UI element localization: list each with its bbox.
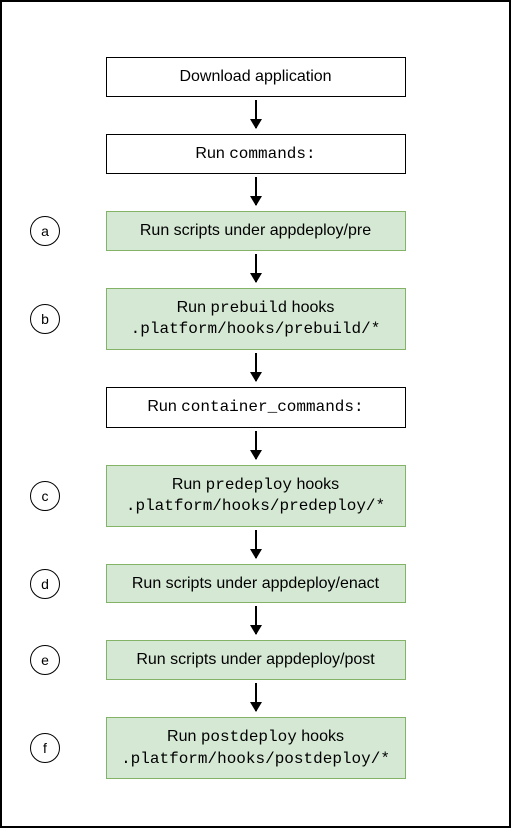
flow-column: Download application Run commands: a Run… (2, 2, 509, 779)
arrow-icon (255, 530, 257, 558)
step-text: Run scripts under appdeploy/enact (132, 573, 379, 595)
marker-d: d (30, 569, 60, 599)
step-line2: .platform/hooks/postdeploy/* (121, 749, 390, 771)
text-suffix: hooks (297, 728, 344, 745)
text-prefix: Run (172, 476, 206, 493)
marker-c: c (30, 481, 60, 511)
arrow-icon (255, 100, 257, 128)
step-download-application: Download application (106, 57, 406, 97)
text-prefix: Run (177, 299, 211, 316)
diagram-frame: Download application Run commands: a Run… (0, 0, 511, 828)
step-appdeploy-post: Run scripts under appdeploy/post (106, 640, 406, 680)
text-suffix: hooks (292, 476, 339, 493)
step-row-c: c Run predeploy hooks .platform/hooks/pr… (2, 465, 509, 527)
step-text: Run scripts under appdeploy/post (136, 649, 374, 671)
code-text: postdeploy (201, 728, 297, 746)
step-line2: .platform/hooks/predeploy/* (126, 496, 385, 518)
step-appdeploy-enact: Run scripts under appdeploy/enact (106, 564, 406, 604)
code-text: predeploy (206, 476, 292, 494)
step-row-d: d Run scripts under appdeploy/enact (2, 564, 509, 604)
text-prefix: Run (167, 728, 201, 745)
step-text: Run container_commands: (147, 396, 363, 419)
step-line2: .platform/hooks/prebuild/* (131, 319, 381, 341)
step-line1: Run postdeploy hooks (167, 726, 344, 749)
marker-e: e (30, 645, 60, 675)
code-text: container_commands: (181, 398, 363, 416)
arrow-icon (255, 683, 257, 711)
step-row-e: e Run scripts under appdeploy/post (2, 640, 509, 680)
step-postdeploy-hooks: Run postdeploy hooks .platform/hooks/pos… (106, 717, 406, 779)
step-predeploy-hooks: Run predeploy hooks .platform/hooks/pred… (106, 465, 406, 527)
step-text: Run scripts under appdeploy/pre (140, 220, 371, 242)
marker-label: d (41, 576, 49, 592)
step-text: Download application (179, 66, 331, 88)
marker-label: a (41, 223, 49, 239)
step-row-a: a Run scripts under appdeploy/pre (2, 211, 509, 251)
step-line1: Run predeploy hooks (172, 474, 339, 497)
code-text: commands: (229, 145, 315, 163)
step-row-f: f Run postdeploy hooks .platform/hooks/p… (2, 717, 509, 779)
marker-label: e (41, 652, 49, 668)
text-suffix: hooks (287, 299, 334, 316)
arrow-icon (255, 353, 257, 381)
arrow-icon (255, 431, 257, 459)
marker-b: b (30, 304, 60, 334)
marker-label: f (43, 740, 47, 756)
marker-a: a (30, 216, 60, 246)
step-run-container-commands: Run container_commands: (106, 387, 406, 428)
step-text: Run commands: (195, 143, 315, 166)
code-text: prebuild (210, 299, 287, 317)
step-line1: Run prebuild hooks (177, 297, 335, 320)
text-prefix: Run (147, 398, 181, 415)
arrow-icon (255, 254, 257, 282)
marker-f: f (30, 733, 60, 763)
step-run-commands: Run commands: (106, 134, 406, 175)
marker-label: c (42, 488, 49, 504)
arrow-icon (255, 177, 257, 205)
arrow-icon (255, 606, 257, 634)
step-prebuild-hooks: Run prebuild hooks .platform/hooks/prebu… (106, 288, 406, 350)
text-prefix: Run (195, 145, 229, 162)
step-appdeploy-pre: Run scripts under appdeploy/pre (106, 211, 406, 251)
step-row-b: b Run prebuild hooks .platform/hooks/pre… (2, 288, 509, 350)
marker-label: b (41, 311, 49, 327)
